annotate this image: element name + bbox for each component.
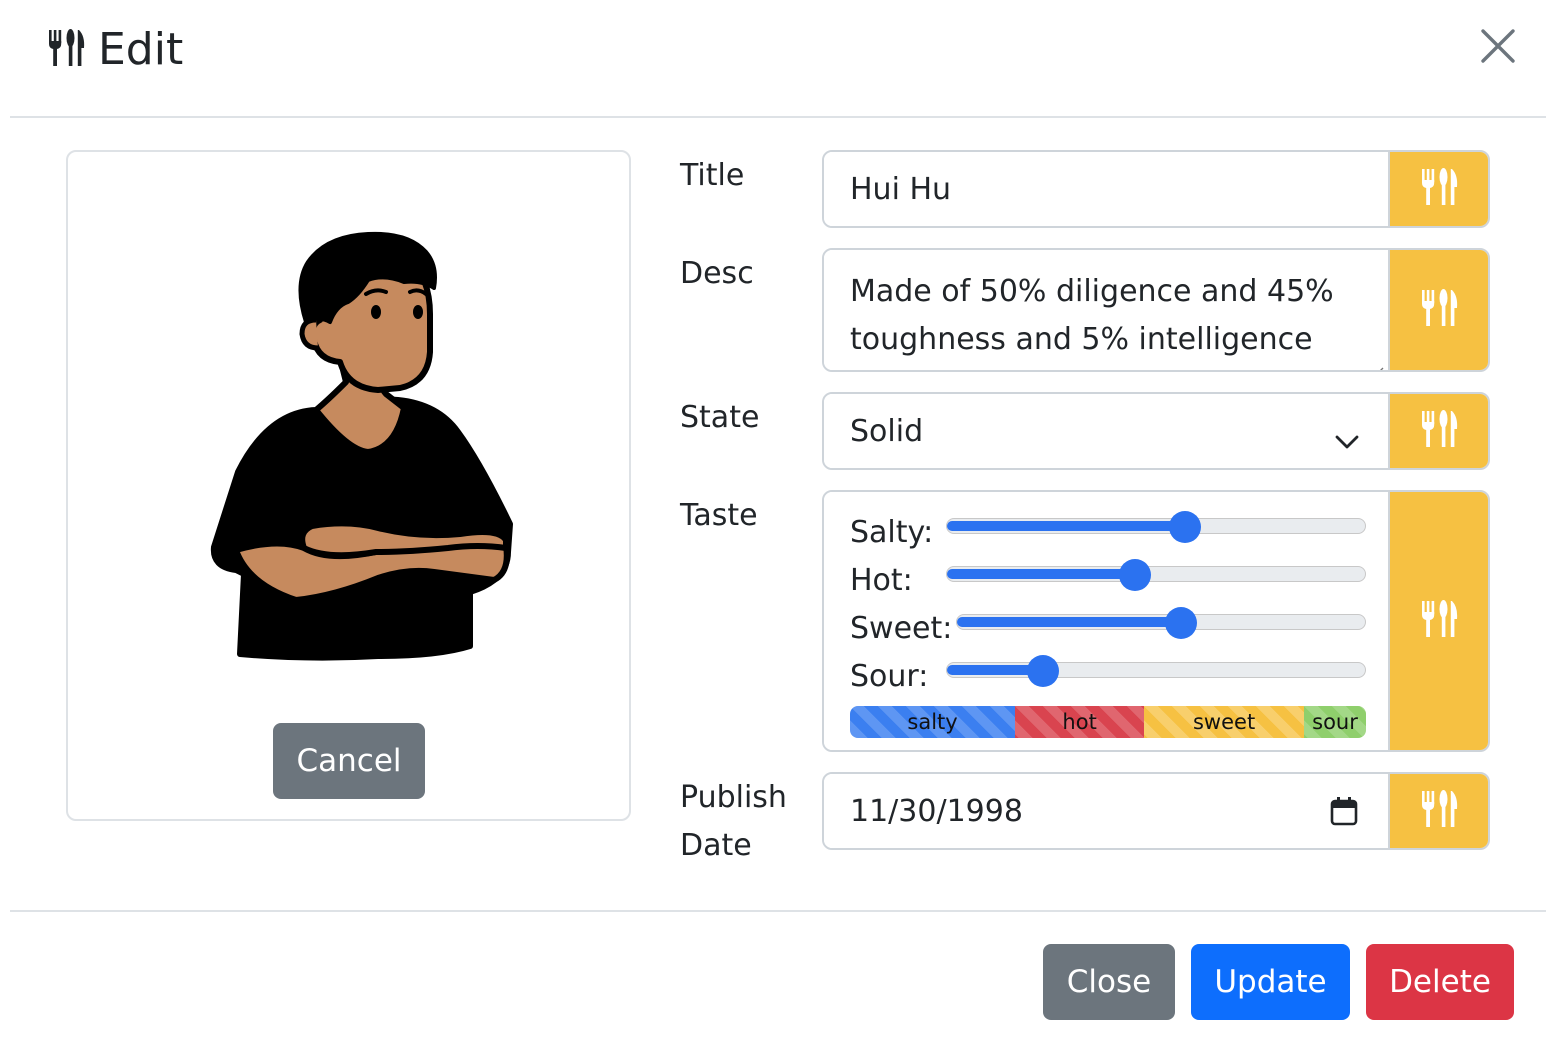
sour-label: Sour: <box>850 658 929 694</box>
delete-button[interactable]: Delete <box>1366 944 1514 1020</box>
calendar-icon[interactable] <box>1330 796 1358 826</box>
avatar-illustration <box>208 222 528 662</box>
title-label: Title <box>680 158 745 193</box>
taste-row-sour: Sour: <box>850 652 928 700</box>
desc-textarea[interactable]: Made of 50% diligence and 45% toughness … <box>824 250 1388 370</box>
title-input-value: Hui Hu <box>850 171 952 207</box>
hot-label: Hot: <box>850 562 913 598</box>
state-label: State <box>680 400 760 435</box>
sour-slider[interactable] <box>946 655 1366 687</box>
salty-slider-thumb[interactable] <box>1169 511 1202 543</box>
salty-slider[interactable] <box>946 511 1366 543</box>
update-button[interactable]: Update <box>1191 944 1350 1020</box>
desc-textarea-value: Made of 50% diligence and 45% toughness … <box>850 274 1334 357</box>
sweet-bar-segment: sweet <box>1144 706 1305 738</box>
publish-date-label-line1: Publish <box>680 780 787 815</box>
taste-row-sweet: Sweet: <box>850 604 952 652</box>
desc-label: Desc <box>680 256 754 291</box>
salty-label: Salty: <box>850 514 934 550</box>
state-field-group: Solid <box>822 392 1490 470</box>
hot-slider[interactable] <box>946 559 1366 591</box>
sweet-slider[interactable] <box>956 607 1366 639</box>
state-utensils-button[interactable] <box>1388 394 1488 468</box>
state-select-value: Solid <box>850 413 924 449</box>
hot-slider-fill <box>947 569 1136 579</box>
chevron-down-icon <box>1334 423 1360 449</box>
desc-field-group: Made of 50% diligence and 45% toughness … <box>822 248 1490 372</box>
salty-slider-fill <box>947 521 1186 531</box>
publish-date-value: 11/30/1998 <box>850 793 1023 829</box>
taste-utensils-button[interactable] <box>1388 492 1488 750</box>
modal-title-text: Edit <box>98 24 184 75</box>
cancel-button[interactable]: Cancel <box>273 723 425 799</box>
taste-panel: Salty: Hot: Sweet: Sour: salty hot sweet… <box>824 492 1388 750</box>
title-input[interactable]: Hui Hu <box>824 152 1388 226</box>
hot-slider-thumb[interactable] <box>1119 559 1152 591</box>
utensils-icon <box>1419 599 1459 643</box>
sweet-slider-fill <box>957 617 1182 627</box>
taste-field-group: Salty: Hot: Sweet: Sour: salty hot sweet… <box>822 490 1490 752</box>
sweet-label: Sweet: <box>850 610 953 646</box>
taste-label: Taste <box>680 498 758 533</box>
desc-utensils-button[interactable] <box>1388 250 1488 370</box>
close-icon[interactable] <box>1478 26 1518 66</box>
utensils-icon <box>1419 288 1459 332</box>
utensils-icon <box>46 28 86 72</box>
header-divider <box>10 116 1546 118</box>
sour-bar-segment: sour <box>1304 706 1366 738</box>
publish-date-input[interactable]: 11/30/1998 <box>824 774 1388 848</box>
title-utensils-button[interactable] <box>1388 152 1488 226</box>
hot-bar-segment: hot <box>1015 706 1145 738</box>
modal-header: Edit <box>0 0 1554 118</box>
salty-bar-segment: salty <box>850 706 1016 738</box>
sweet-slider-thumb[interactable] <box>1165 607 1198 639</box>
utensils-icon <box>1419 409 1459 453</box>
publish-date-label-line2: Date <box>680 828 752 863</box>
taste-progress-bar: salty hot sweet sour <box>850 706 1366 738</box>
publish-date-field-group: 11/30/1998 <box>822 772 1490 850</box>
resize-grip-icon[interactable] <box>1370 352 1384 370</box>
state-select[interactable]: Solid <box>824 394 1388 468</box>
utensils-icon <box>1419 167 1459 211</box>
title-field-group: Hui Hu <box>822 150 1490 228</box>
modal-title: Edit <box>46 22 183 78</box>
footer-divider <box>10 910 1546 912</box>
image-card: Cancel <box>66 150 631 821</box>
publish-date-utensils-button[interactable] <box>1388 774 1488 848</box>
close-button[interactable]: Close <box>1043 944 1175 1020</box>
utensils-icon <box>1419 789 1459 833</box>
taste-row-hot: Hot: <box>850 556 913 604</box>
taste-row-salty: Salty: <box>850 508 933 556</box>
sour-slider-thumb[interactable] <box>1027 655 1060 687</box>
